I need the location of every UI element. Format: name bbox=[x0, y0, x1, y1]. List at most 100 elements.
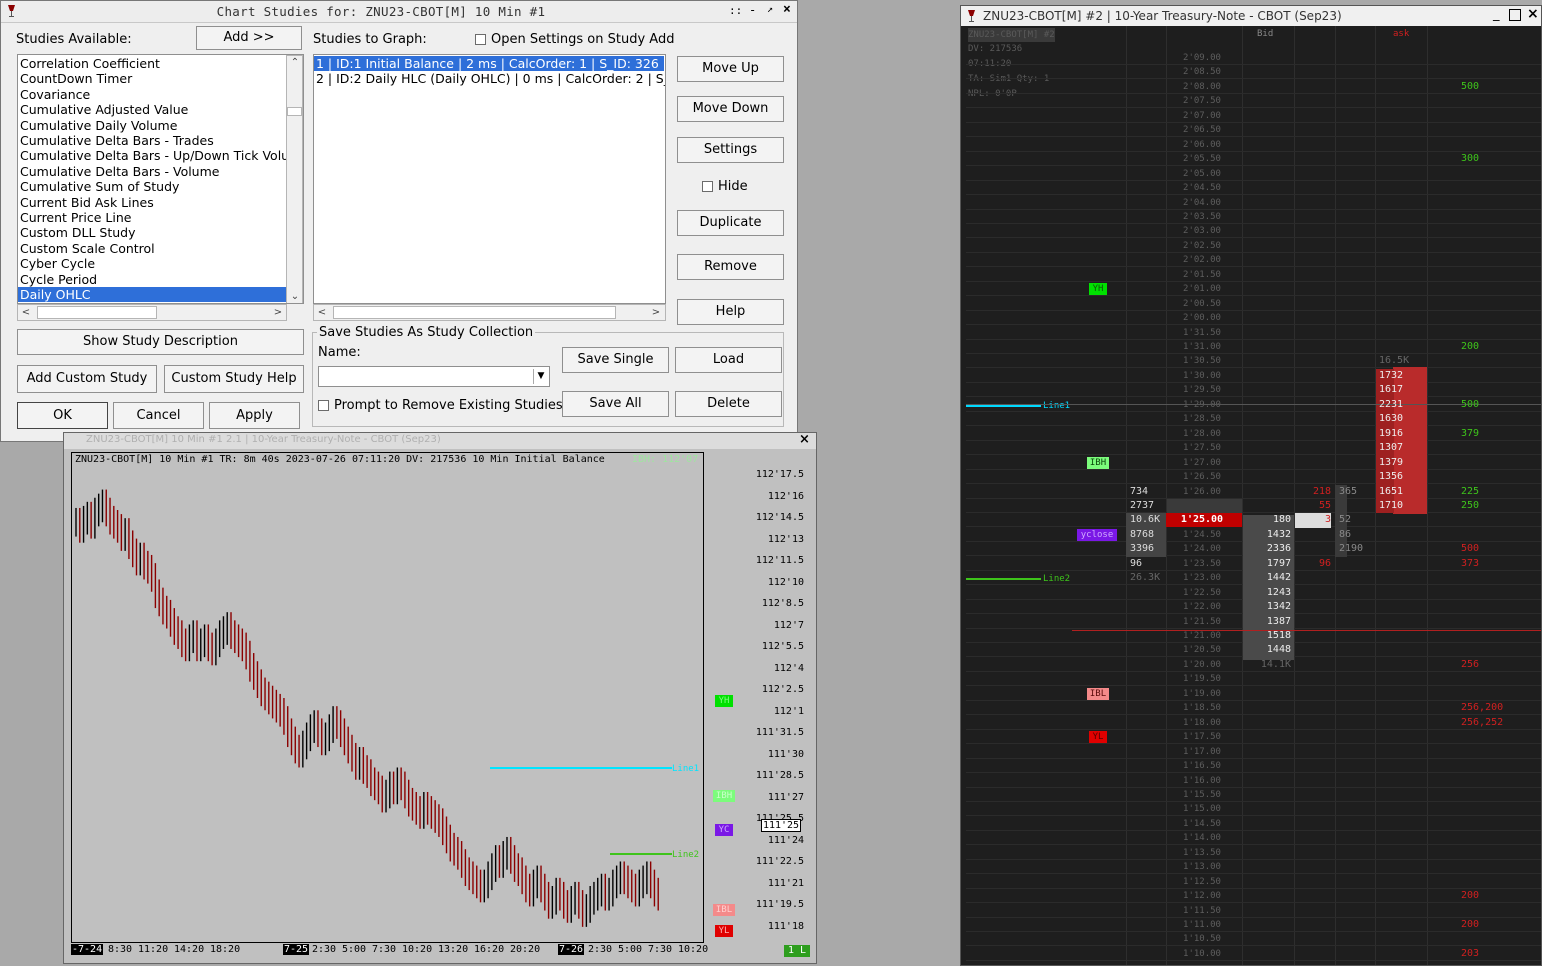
dom-price-cell[interactable]: 2'07.00 bbox=[1162, 109, 1242, 123]
dom-minimize-button[interactable]: _ bbox=[1493, 7, 1500, 22]
ok-button[interactable]: OK bbox=[17, 402, 108, 429]
ask-size-value[interactable]: 1630 bbox=[1379, 412, 1403, 426]
available-study-item[interactable]: Current Price Line bbox=[20, 210, 131, 225]
dom-maximize-button[interactable] bbox=[1509, 9, 1521, 21]
dom-price-cell[interactable]: 1'29.00 bbox=[1162, 398, 1242, 412]
dom-price-cell[interactable]: 1'12.50 bbox=[1162, 875, 1242, 889]
dom-price-cell[interactable]: 1'21.50 bbox=[1162, 615, 1242, 629]
ask-size-value[interactable]: 1379 bbox=[1379, 456, 1403, 470]
ask-size-value[interactable]: 1916 bbox=[1379, 427, 1403, 441]
dom-price-cell[interactable]: 2'03.50 bbox=[1162, 210, 1242, 224]
dom-price-cell[interactable]: 2'07.50 bbox=[1162, 94, 1242, 108]
dom-price-cell[interactable]: 1'27.00 bbox=[1162, 456, 1242, 470]
dom-price-cell[interactable]: 2'01.50 bbox=[1162, 268, 1242, 282]
dom-price-cell[interactable]: 2'04.00 bbox=[1162, 196, 1242, 210]
dom-price-cell[interactable]: 2'08.00 bbox=[1162, 80, 1242, 94]
dom-title-bar[interactable]: ZNU23-CBOT[M] #2 | 10-Year Treasury-Note… bbox=[961, 6, 1541, 26]
combo-dropdown-icon[interactable]: ▼ bbox=[533, 369, 548, 384]
studies-available-list[interactable]: Correlation Coefficient CountDown Timer Co… bbox=[17, 54, 304, 304]
save-single-button[interactable]: Save Single bbox=[562, 347, 669, 373]
scroll-down-arrow-icon[interactable]: ⌄ bbox=[289, 291, 301, 302]
available-study-item[interactable]: Current Bid Ask Lines bbox=[20, 195, 154, 210]
ask-size-value[interactable]: 16.5K bbox=[1379, 354, 1409, 368]
move-down-button[interactable]: Move Down bbox=[677, 96, 784, 122]
available-study-item[interactable]: Daily OHLC bbox=[18, 287, 286, 302]
available-study-item[interactable]: Cyber Cycle bbox=[20, 256, 95, 271]
prompt-remove-checkbox[interactable] bbox=[318, 400, 329, 411]
dom-price-cell[interactable]: 1'31.00 bbox=[1162, 340, 1242, 354]
dom-price-cell[interactable]: 1'12.00 bbox=[1162, 889, 1242, 903]
dom-price-cell[interactable]: 1'15.00 bbox=[1162, 802, 1242, 816]
close-button[interactable]: × bbox=[783, 2, 791, 17]
dom-price-cell[interactable]: 2'05.00 bbox=[1162, 167, 1242, 181]
bid-size-value[interactable]: 1243 bbox=[1251, 586, 1291, 600]
dom-price-cell[interactable]: 1'18.00 bbox=[1162, 716, 1242, 730]
bid-size-value[interactable]: 1518 bbox=[1251, 629, 1291, 643]
hscroll-right-arrow-icon[interactable]: > bbox=[273, 307, 283, 318]
available-study-item[interactable]: Custom DLL Study bbox=[20, 225, 135, 240]
dom-price-cell[interactable]: 1'14.50 bbox=[1162, 817, 1242, 831]
available-study-item[interactable]: Custom Scale Control bbox=[20, 241, 155, 256]
dom-price-cell[interactable]: 1'23.00 bbox=[1162, 571, 1242, 585]
available-study-item[interactable]: Cumulative Delta Bars - Trades bbox=[20, 133, 214, 148]
load-button[interactable]: Load bbox=[675, 347, 782, 373]
dom-price-cell[interactable]: 1'22.50 bbox=[1162, 586, 1242, 600]
dom-ladder[interactable]: ZNU23-CBOT[M] #2 DV: 217536 07:11:20 TA:… bbox=[961, 26, 1541, 965]
bid-size-value[interactable]: 1432 bbox=[1251, 528, 1291, 542]
dom-price-cell[interactable]: 1'31.50 bbox=[1162, 326, 1242, 340]
dom-price-cell[interactable]: 1'30.50 bbox=[1162, 354, 1242, 368]
bid-size-value[interactable]: 2336 bbox=[1251, 542, 1291, 556]
dom-price-cell[interactable]: 1'30.00 bbox=[1162, 369, 1242, 383]
dom-price-cell[interactable]: 1'19.50 bbox=[1162, 672, 1242, 686]
dom-price-cell[interactable]: 2'03.00 bbox=[1162, 224, 1242, 238]
dom-price-cell[interactable]: 1'20.50 bbox=[1162, 643, 1242, 657]
graph-study-item-1[interactable]: 1 | ID:1 Initial Balance | 2 ms | CalcOr… bbox=[314, 56, 664, 71]
graph-hscroll-thumb[interactable] bbox=[333, 306, 616, 319]
dom-price-cell[interactable]: 2'09.00 bbox=[1162, 51, 1242, 65]
dom-price-cell[interactable]: 1'17.50 bbox=[1162, 730, 1242, 744]
dom-price-cell[interactable]: 1'11.00 bbox=[1162, 918, 1242, 932]
dom-price-cell[interactable]: 1'16.00 bbox=[1162, 774, 1242, 788]
dom-price-cell[interactable]: 2'00.00 bbox=[1162, 311, 1242, 325]
dom-price-cell[interactable]: 1'22.00 bbox=[1162, 600, 1242, 614]
dom-price-cell[interactable]: 1'11.50 bbox=[1162, 904, 1242, 918]
settings-button[interactable]: Settings bbox=[677, 137, 784, 163]
ask-size-value[interactable]: 1710 bbox=[1379, 499, 1403, 513]
dom-price-cell[interactable]: 1'13.00 bbox=[1162, 860, 1242, 874]
bid-size-value[interactable]: 180 bbox=[1251, 513, 1291, 527]
dom-close-button[interactable]: × bbox=[1527, 6, 1539, 22]
dom-price-cell[interactable]: 2'02.50 bbox=[1162, 239, 1242, 253]
dom-price-cell[interactable]: 1'24.50 bbox=[1162, 528, 1242, 542]
ask-size-value[interactable]: 1307 bbox=[1379, 441, 1403, 455]
dom-price-cell[interactable]: 1'26.50 bbox=[1162, 470, 1242, 484]
ask-size-value[interactable]: 1356 bbox=[1379, 470, 1403, 484]
bid-size-value[interactable]: 14.1K bbox=[1251, 658, 1291, 672]
available-study-item[interactable]: Cycle Period bbox=[20, 272, 97, 287]
delete-button[interactable]: Delete bbox=[675, 391, 782, 417]
dom-price-cell[interactable]: 2'01.00 bbox=[1162, 282, 1242, 296]
left-chart-plot[interactable]: ZNU23-CBOT[M] 10 Min #1 TR: 8m 40s 2023-… bbox=[71, 452, 704, 943]
available-hscroll-thumb[interactable] bbox=[37, 306, 157, 319]
dom-price-cell[interactable]: 1'28.00 bbox=[1162, 427, 1242, 441]
available-study-item[interactable]: CountDown Timer bbox=[20, 71, 132, 86]
left-chart-title-bar[interactable]: ZNU23-CBOT[M] 10 Min #1 2.1 | 10-Year Tr… bbox=[64, 433, 816, 449]
graph-hscroll-right-arrow-icon[interactable]: > bbox=[651, 307, 661, 318]
available-study-item[interactable]: Cumulative Adjusted Value bbox=[20, 102, 188, 117]
dom-price-cell[interactable]: 2'08.50 bbox=[1162, 65, 1242, 79]
list-vscrollbar[interactable] bbox=[286, 55, 303, 303]
available-study-item[interactable]: Covariance bbox=[20, 87, 90, 102]
ask-size-value[interactable]: 1651 bbox=[1379, 485, 1403, 499]
open-settings-checkbox[interactable] bbox=[475, 34, 486, 45]
dialog-title-bar[interactable]: Chart Studies for: ZNU23-CBOT[M] 10 Min … bbox=[1, 1, 797, 23]
dom-price-cell[interactable]: 1'17.00 bbox=[1162, 745, 1242, 759]
dom-price-cell[interactable]: 2'06.00 bbox=[1162, 138, 1242, 152]
available-study-item[interactable]: Cumulative Daily Volume bbox=[20, 118, 177, 133]
available-study-item[interactable]: Correlation Coefficient bbox=[20, 56, 160, 71]
collection-name-combo[interactable]: ▼ bbox=[318, 366, 550, 387]
custom-study-help-button[interactable]: Custom Study Help bbox=[164, 365, 304, 393]
add-study-button[interactable]: Add >> bbox=[196, 26, 302, 50]
dom-price-cell[interactable]: 1'10.00 bbox=[1162, 947, 1242, 961]
hide-checkbox[interactable] bbox=[702, 181, 713, 192]
list-vscroll-thumb[interactable] bbox=[287, 107, 302, 116]
available-study-item[interactable]: Cumulative Delta Bars - Volume bbox=[20, 164, 219, 179]
